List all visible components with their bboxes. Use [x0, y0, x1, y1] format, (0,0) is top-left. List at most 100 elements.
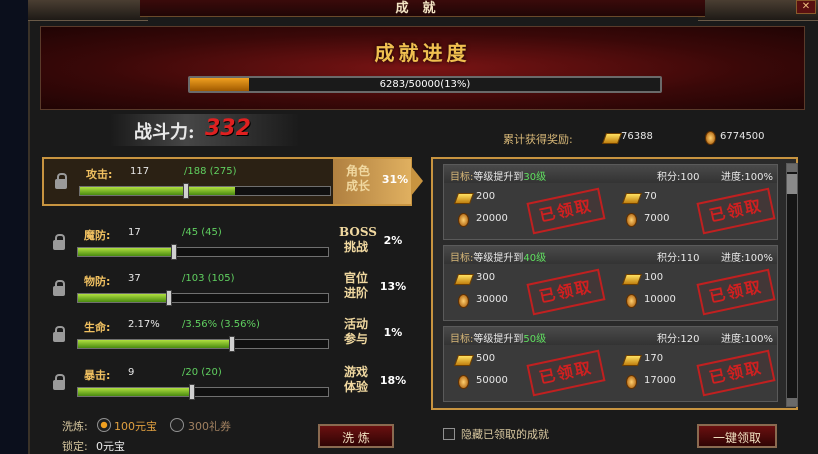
reward-coin-1: 20000 — [476, 213, 508, 224]
hide-claimed-label[interactable]: 隐藏已领取的成就 — [461, 426, 549, 442]
gold-ingot-icon — [621, 355, 643, 366]
stat-bar-knob[interactable] — [183, 183, 189, 199]
coin-icon — [458, 294, 469, 308]
goal-points: 积分:100 — [657, 172, 700, 183]
reward-coin-1: 50000 — [476, 375, 508, 386]
goal-card: 目标:等级提升到50级 积分:120 进度:100% 500 50000 已领取 170 17… — [443, 326, 778, 402]
goal-text: 目标:等级提升到30级 — [450, 168, 546, 183]
stat-label: 物防: — [84, 275, 111, 288]
wash-option-coupon-radio[interactable] — [170, 418, 184, 432]
gold-ingot-icon — [621, 274, 643, 285]
gold-ingot-icon — [453, 355, 475, 366]
goal-header: 目标:等级提升到40级 积分:110 进度:100% — [444, 246, 777, 264]
category-row[interactable]: 攻击: 117/188 (275) 角色成长 31% — [42, 157, 412, 206]
claimed-stamp: 已领取 — [696, 349, 776, 397]
reward-gold-1: 200 — [476, 191, 496, 202]
category-percent: 1% — [383, 326, 403, 339]
reward-gold-2: 170 — [644, 353, 664, 364]
category-row[interactable]: 物防: 37/103 (105) 官位进阶 13% — [42, 264, 412, 313]
stat-bar-knob[interactable] — [189, 384, 195, 400]
lock-icon[interactable] — [53, 234, 65, 250]
stat-current: 117 — [130, 166, 150, 177]
stat-bar-fill — [78, 340, 231, 348]
category-percent: 31% — [381, 173, 409, 186]
total-rewards-label: 累计获得奖励: — [503, 133, 573, 146]
stat-label: 攻击: — [86, 168, 113, 181]
stat-max: /20 (20) — [182, 367, 222, 378]
category-row[interactable]: 魔防: 17/45 (45) BOSS挑战 2% — [42, 218, 412, 267]
window-title: 成就 — [395, 1, 450, 16]
stat-bar-knob[interactable] — [171, 244, 177, 260]
stat-max: /3.56% (3.56%) — [182, 319, 260, 330]
lock-icon[interactable] — [53, 374, 65, 390]
claimed-stamp: 已领取 — [696, 187, 776, 235]
wash-option-yuanbao-radio[interactable] — [97, 418, 111, 432]
category-name: 官位进阶 — [343, 271, 368, 300]
stat-bar — [77, 290, 329, 306]
stat-bar — [77, 384, 329, 400]
lock-cost: 0元宝 — [96, 440, 125, 453]
lock-icon[interactable] — [55, 173, 67, 189]
reward-gold-2: 100 — [644, 272, 664, 283]
reward-gold-1: 500 — [476, 353, 496, 364]
stat-bar-knob[interactable] — [229, 336, 235, 352]
wash-label: 洗炼: — [62, 420, 88, 433]
goal-scrollbar[interactable] — [786, 163, 798, 407]
goal-list-panel: 目标:等级提升到30级 积分:100 进度:100% 200 20000 已领取 70 700… — [431, 157, 798, 410]
hide-claimed-checkbox[interactable] — [443, 428, 455, 440]
stat-bar-fill — [80, 187, 235, 195]
goal-text: 目标:等级提升到50级 — [450, 330, 546, 345]
lock-icon[interactable] — [53, 326, 65, 342]
total-coin-value: 6774500 — [720, 131, 765, 142]
scroll-down-icon[interactable] — [787, 398, 797, 406]
category-name: BOSS挑战 — [339, 225, 377, 254]
gold-ingot-icon — [453, 274, 475, 285]
stat-bar — [77, 244, 329, 260]
category-percent: 13% — [379, 280, 407, 293]
goal-points: 积分:120 — [657, 334, 700, 345]
reward-coin-1: 30000 — [476, 294, 508, 305]
stat-current: 17 — [128, 227, 141, 238]
close-icon[interactable]: ✕ — [796, 0, 816, 14]
goal-prefix: 目标: — [450, 253, 474, 264]
wash-option-coupon-label[interactable]: 300礼券 — [188, 418, 231, 434]
goal-progress: 进度:100% — [721, 172, 773, 183]
stat-label: 暴击: — [84, 369, 111, 382]
goal-header: 目标:等级提升到30级 积分:100 进度:100% — [444, 165, 777, 183]
total-progress-bar: 6283/50000(13%) — [188, 76, 662, 93]
lock-icon[interactable] — [53, 280, 65, 296]
reward-coin-2: 17000 — [644, 375, 676, 386]
claimed-stamp: 已领取 — [696, 268, 776, 316]
stat-label: 生命: — [84, 321, 111, 334]
stat-bar-fill — [78, 388, 191, 396]
goal-level: 30级 — [523, 172, 547, 183]
reward-coin-2: 10000 — [644, 294, 676, 305]
stat-max: /45 (45) — [182, 227, 222, 238]
coin-icon — [626, 294, 637, 308]
coin-icon — [458, 213, 469, 227]
stat-bar — [79, 183, 331, 199]
stat-bar-fill — [78, 294, 168, 302]
wash-option-yuanbao-label[interactable]: 100元宝 — [114, 418, 157, 434]
reward-gold-2: 70 — [644, 191, 657, 202]
category-name: 活动参与 — [343, 317, 368, 346]
category-row[interactable]: 生命: 2.17% /3.56% (3.56%) 活动参与 1% — [42, 310, 412, 359]
stat-bar — [77, 336, 329, 352]
goal-text: 目标:等级提升到40级 — [450, 249, 546, 264]
selected-arrow-icon — [411, 166, 423, 196]
total-progress-text: 6283/50000(13%) — [379, 79, 471, 90]
stat-bar-knob[interactable] — [166, 290, 172, 306]
goal-card: 目标:等级提升到40级 积分:110 进度:100% 300 30000 已领取 100 10… — [443, 245, 778, 321]
scroll-thumb[interactable] — [787, 174, 797, 194]
stat-current: 9 — [128, 367, 135, 378]
category-row[interactable]: 暴击: 9/20 (20) 游戏体验 18% — [42, 358, 412, 407]
category-name: 游戏体验 — [343, 365, 368, 394]
reward-gold-1: 300 — [476, 272, 496, 283]
wash-button[interactable]: 洗 炼 — [318, 424, 394, 448]
banner-title: 成就进度 — [374, 41, 471, 65]
stat-bar-fill — [78, 248, 173, 256]
goal-level: 40级 — [523, 253, 547, 264]
scroll-up-icon[interactable] — [787, 164, 797, 172]
combat-power: 战斗力: 332 — [110, 114, 300, 146]
claim-all-button[interactable]: 一键领取 — [697, 424, 777, 448]
